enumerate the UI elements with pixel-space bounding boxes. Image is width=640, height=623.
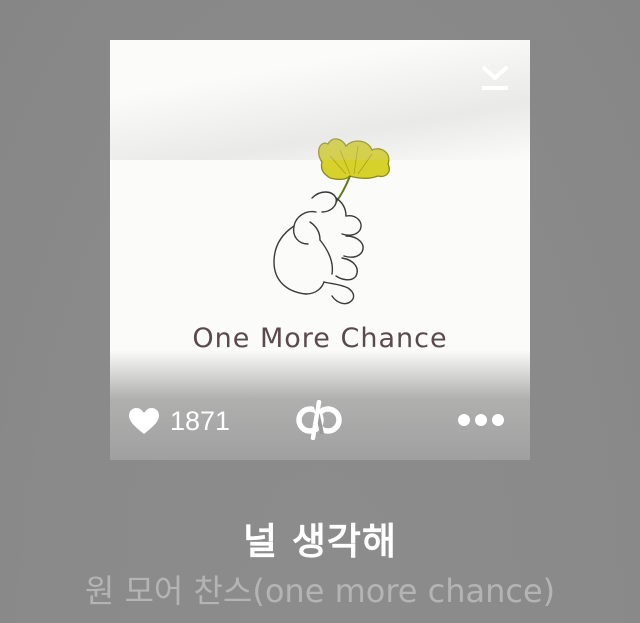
now-playing-view: One More Chance 1871 널 생각해 원 모어 찬스(one m… (0, 0, 640, 623)
heart-icon (129, 408, 159, 434)
download-icon (482, 66, 508, 90)
more-dots-icon (458, 414, 470, 426)
download-button[interactable] (478, 62, 512, 96)
artist-name[interactable]: 원 모어 찬스(one more chance) (0, 566, 640, 612)
melon-logo-button[interactable] (294, 399, 344, 441)
like-count: 1871 (170, 405, 231, 436)
more-options-button[interactable] (458, 410, 504, 430)
melon-logo-icon (296, 399, 342, 441)
more-dots-icon (492, 414, 504, 426)
like-button[interactable]: 1871 (128, 404, 230, 438)
album-card[interactable]: One More Chance 1871 (110, 40, 530, 460)
song-title[interactable]: 널 생각해 (0, 511, 640, 565)
more-dots-icon (475, 414, 487, 426)
